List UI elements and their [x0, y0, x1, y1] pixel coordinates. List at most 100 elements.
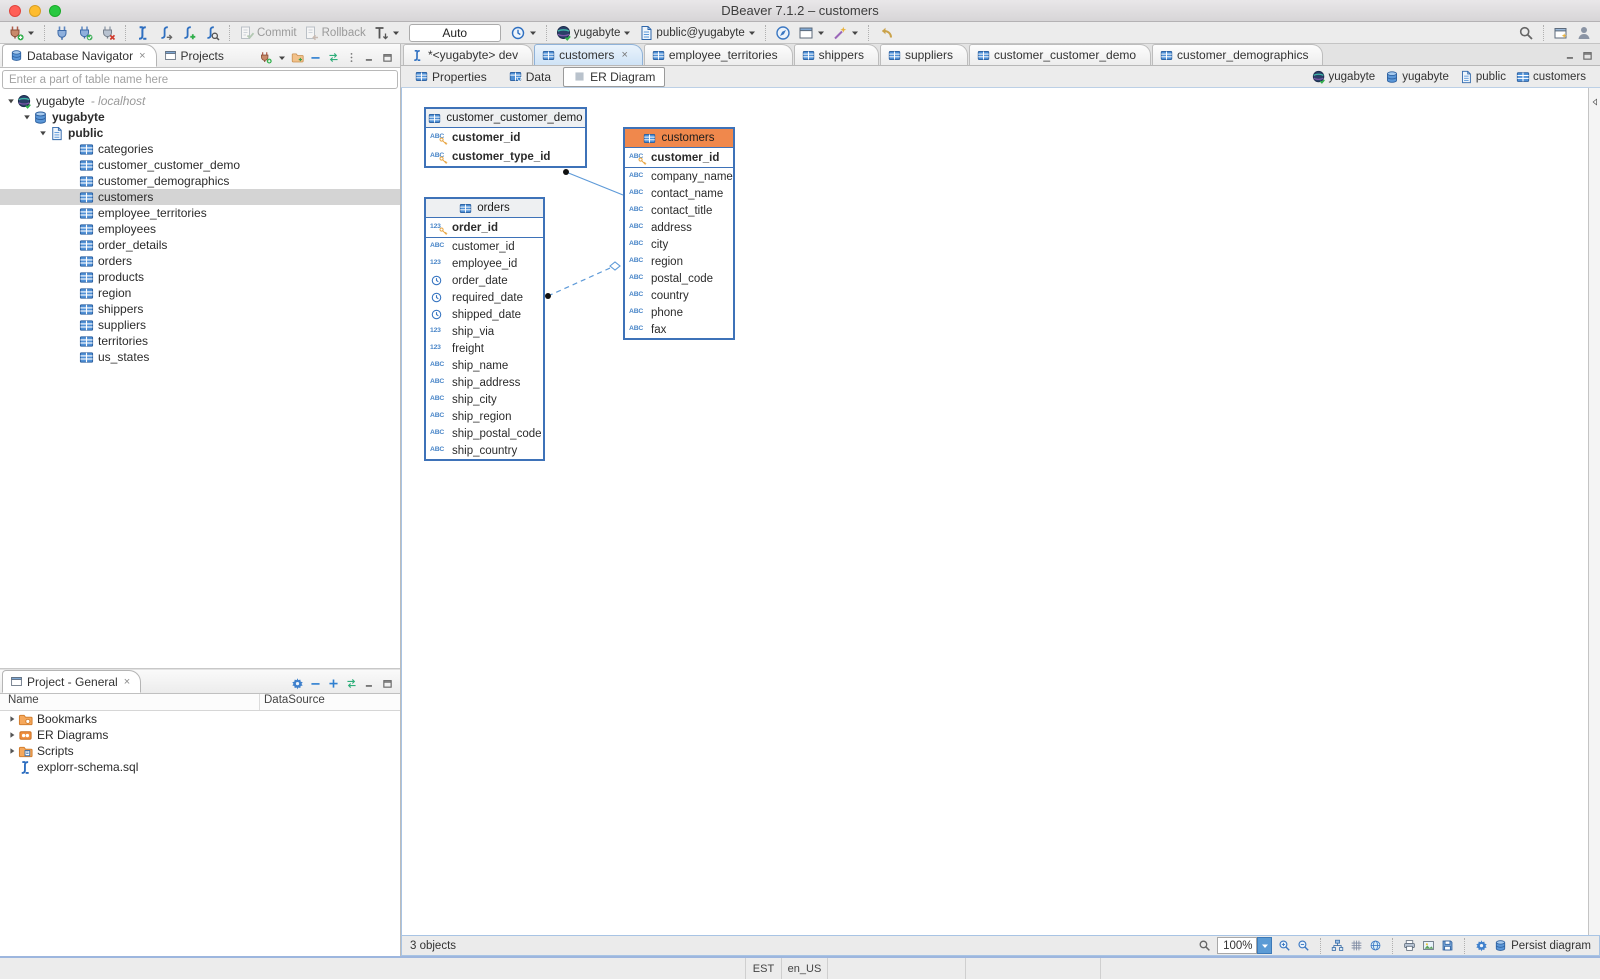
diagram-settings-icon[interactable] — [1475, 939, 1488, 952]
column-header-name[interactable]: Name — [0, 694, 260, 710]
editor-tab-customer-demographics[interactable]: customer_demographics — [1152, 44, 1323, 65]
editor-tab-suppliers[interactable]: suppliers — [880, 44, 968, 65]
expander-icon[interactable] — [4, 731, 18, 739]
diagram-search-icon[interactable] — [1198, 939, 1211, 952]
subtab-data[interactable]: Data — [499, 67, 561, 87]
timezone-indicator[interactable]: EST — [745, 958, 781, 979]
save-diagram-icon[interactable] — [1441, 939, 1454, 952]
user-button[interactable] — [1574, 24, 1594, 42]
er-diagram-canvas[interactable]: customer_customer_demoABCcustomer_idABCc… — [401, 88, 1588, 935]
tree-item-table-us_states[interactable]: us_states — [0, 349, 400, 365]
minimize-panel-icon[interactable] — [363, 677, 376, 690]
zoom-out-icon[interactable] — [1297, 939, 1310, 952]
entity-column-order_id[interactable]: 123order_id — [426, 218, 543, 237]
locale-indicator[interactable]: en_US — [781, 958, 827, 979]
entity-column-employee_id[interactable]: 123employee_id — [426, 255, 543, 272]
tree-item-table-categories[interactable]: categories — [0, 141, 400, 157]
arrange-diagram-icon[interactable] — [1331, 939, 1344, 952]
minimize-editor-icon[interactable] — [1564, 49, 1577, 62]
disconnect-button[interactable] — [98, 24, 118, 42]
tab-database-navigator[interactable]: Database Navigator × — [2, 44, 157, 67]
entity-customer_customer_demo[interactable]: customer_customer_demoABCcustomer_idABCc… — [424, 107, 587, 168]
close-icon[interactable]: × — [124, 676, 130, 688]
entity-column-phone[interactable]: ABCphone — [625, 304, 733, 321]
expander-icon[interactable] — [4, 747, 18, 755]
maximize-panel-icon[interactable] — [381, 51, 394, 64]
tab-project-general[interactable]: Project - General × — [2, 670, 141, 693]
column-header-datasource[interactable]: DataSource — [260, 694, 325, 710]
tree-item-table-employees[interactable]: employees — [0, 221, 400, 237]
entity-column-city[interactable]: ABCcity — [625, 236, 733, 253]
expander-icon[interactable] — [4, 715, 18, 723]
entity-column-customer_id[interactable]: ABCcustomer_id — [625, 148, 733, 167]
export-image-icon[interactable] — [1422, 939, 1435, 952]
project-item-scripts[interactable]: Scripts — [0, 743, 400, 759]
restore-panel-button[interactable] — [1589, 94, 1600, 110]
tree-item-table-employee_territories[interactable]: employee_territories — [0, 205, 400, 221]
chevron-down-icon[interactable] — [278, 54, 286, 62]
expand-icon[interactable] — [327, 677, 340, 690]
recent-sql-button[interactable] — [156, 24, 176, 42]
minimize-panel-icon[interactable] — [363, 51, 376, 64]
new-connection-icon[interactable] — [259, 51, 272, 64]
tab-projects[interactable]: Projects — [157, 44, 234, 67]
tree-item-table-customers[interactable]: customers — [0, 189, 400, 205]
editor-tab--yugabyte-dev[interactable]: *<yugabyte> dev — [403, 44, 533, 65]
tree-item-table-shippers[interactable]: shippers — [0, 301, 400, 317]
expander-icon[interactable] — [36, 129, 49, 137]
commit-button[interactable]: Commit — [237, 24, 299, 42]
tools-button[interactable] — [830, 24, 861, 42]
breadcrumb-item-yugabyte[interactable]: yugabyte — [1312, 70, 1376, 84]
project-item-bookmarks[interactable]: Bookmarks — [0, 711, 400, 727]
expander-icon[interactable] — [20, 113, 33, 121]
entity-column-shipped_date[interactable]: shipped_date — [426, 306, 543, 323]
entity-column-contact_title[interactable]: ABCcontact_title — [625, 202, 733, 219]
tree-item-table-customer_customer_demo[interactable]: customer_customer_demo — [0, 157, 400, 173]
entity-column-order_date[interactable]: order_date — [426, 272, 543, 289]
transaction-mode-button[interactable] — [371, 24, 402, 42]
view-menu-icon[interactable] — [345, 51, 358, 64]
maximize-editor-icon[interactable] — [1581, 49, 1594, 62]
reconnect-button[interactable] — [75, 24, 95, 42]
entity-column-customer_id[interactable]: ABCcustomer_id — [426, 128, 585, 147]
tree-item-schema[interactable]: public — [0, 125, 400, 141]
tree-item-table-suppliers[interactable]: suppliers — [0, 317, 400, 333]
project-item-explorr-schema-sql[interactable]: explorr-schema.sql — [0, 759, 400, 775]
breadcrumb-item-customers[interactable]: customers — [1516, 70, 1586, 84]
entity-column-company_name[interactable]: ABCcompany_name — [625, 168, 733, 185]
time-button[interactable] — [773, 24, 793, 42]
close-window-button[interactable] — [9, 5, 21, 17]
entity-column-freight[interactable]: 123freight — [426, 340, 543, 357]
zoom-combo[interactable]: 100% — [1217, 937, 1272, 954]
toggle-grid-icon[interactable] — [1350, 939, 1363, 952]
zoom-dropdown-button[interactable] — [1257, 937, 1272, 954]
entity-column-ship_postal_code[interactable]: ABCship_postal_code — [426, 425, 543, 442]
tree-item-table-orders[interactable]: orders — [0, 253, 400, 269]
entity-column-required_date[interactable]: required_date — [426, 289, 543, 306]
zoom-value[interactable]: 100% — [1217, 937, 1257, 954]
persist-diagram-button[interactable]: Persist diagram — [1494, 939, 1591, 952]
rollback-button[interactable]: Rollback — [302, 24, 368, 42]
breadcrumb-item-public[interactable]: public — [1459, 70, 1506, 84]
entity-column-fax[interactable]: ABCfax — [625, 321, 733, 338]
editor-tab-customer-customer-demo[interactable]: customer_customer_demo — [969, 44, 1151, 65]
subtab-properties[interactable]: Properties — [405, 67, 497, 87]
entity-column-ship_region[interactable]: ABCship_region — [426, 408, 543, 425]
table-filter-input[interactable] — [2, 70, 398, 89]
entity-customers[interactable]: customersABCcustomer_idABCcompany_nameAB… — [623, 127, 735, 340]
entity-column-contact_name[interactable]: ABCcontact_name — [625, 185, 733, 202]
search-button[interactable] — [1516, 24, 1536, 42]
entity-column-ship_via[interactable]: 123ship_via — [426, 323, 543, 340]
close-icon[interactable]: × — [139, 50, 145, 62]
minimize-window-button[interactable] — [29, 5, 41, 17]
entity-header[interactable]: customers — [625, 129, 733, 148]
link-with-editor-icon[interactable] — [327, 51, 340, 64]
print-diagram-icon[interactable] — [1403, 939, 1416, 952]
entity-column-ship_name[interactable]: ABCship_name — [426, 357, 543, 374]
entity-header[interactable]: orders — [426, 199, 543, 218]
maximize-panel-icon[interactable] — [381, 677, 394, 690]
collapse-all-icon[interactable] — [309, 51, 322, 64]
entity-column-customer_type_id[interactable]: ABCcustomer_type_id — [426, 147, 585, 166]
tree-item-database[interactable]: yugabyte — [0, 109, 400, 125]
back-button[interactable] — [876, 24, 896, 42]
